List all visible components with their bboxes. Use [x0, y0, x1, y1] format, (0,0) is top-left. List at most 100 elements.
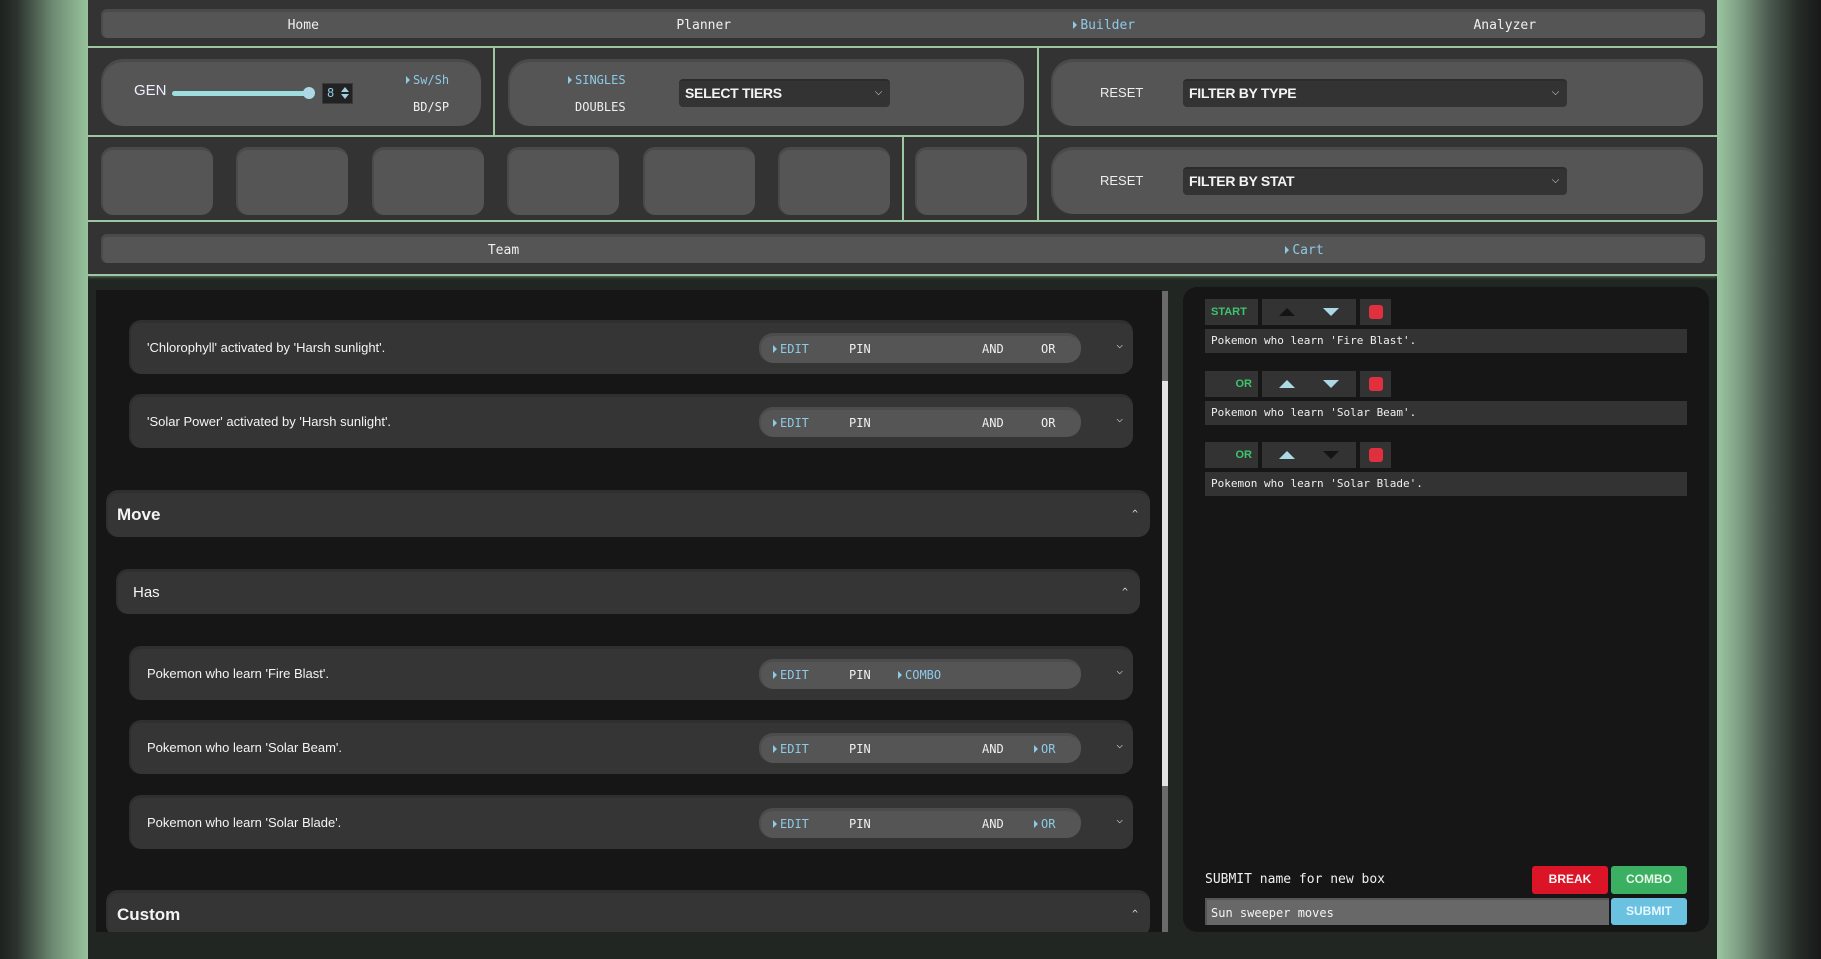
generation-cell: GEN 8 Sw/Sh BD/SP [88, 48, 495, 135]
settings-row: GEN 8 Sw/Sh BD/SP SINGLES DOUBLES SELECT… [88, 48, 1717, 137]
filter-card: Pokemon who learn 'Solar Beam'. EDIT PIN… [129, 720, 1133, 774]
gen-spinner[interactable] [341, 87, 349, 99]
tab-team[interactable]: Team [103, 237, 904, 263]
and-button[interactable]: AND [982, 342, 1004, 356]
game-option-bdsp[interactable]: BD/SP [413, 100, 449, 114]
team-cart-tabs-row: Team Cart [88, 222, 1717, 276]
select-tiers-label: SELECT TIERS [685, 85, 782, 101]
move-up-icon[interactable] [1279, 308, 1295, 316]
move-up-icon[interactable] [1279, 380, 1295, 388]
chain-operator-label: OR [1235, 378, 1253, 390]
move-down-icon[interactable] [1323, 380, 1339, 388]
filter-card-actions: EDIT PIN COMBO [759, 659, 1081, 689]
chain-operator-label: START [1211, 306, 1247, 318]
pin-button[interactable]: PIN [849, 342, 871, 356]
subsection-has-header[interactable]: Has ^ [116, 569, 1140, 614]
pin-button[interactable]: PIN [849, 416, 871, 430]
triangle-right-icon [773, 671, 777, 679]
filter-card-text: 'Solar Power' activated by 'Harsh sunlig… [147, 414, 392, 429]
pin-button[interactable]: PIN [849, 817, 871, 831]
nav-builder-label: Builder [1080, 18, 1136, 33]
chain-operator[interactable]: OR [1205, 371, 1258, 397]
submit-button[interactable]: SUBMIT [1611, 898, 1687, 925]
edit-button[interactable]: EDIT [773, 742, 809, 756]
list-scrollbar-thumb[interactable] [1162, 381, 1168, 786]
and-button[interactable]: AND [982, 817, 1004, 831]
format-doubles[interactable]: DOUBLES [575, 100, 626, 114]
team-slot-7[interactable] [915, 147, 1027, 215]
filter-card: Pokemon who learn 'Solar Blade'. EDIT PI… [129, 795, 1133, 849]
team-slot-3[interactable] [372, 147, 484, 215]
gen-slider-track[interactable] [172, 91, 310, 96]
move-down-icon[interactable] [1323, 451, 1339, 459]
chevron-down-icon[interactable]: ⌵ [1116, 664, 1123, 677]
chevron-down-icon[interactable]: ⌵ [1116, 412, 1123, 425]
or-button[interactable]: OR [1034, 817, 1055, 831]
edit-button[interactable]: EDIT [773, 342, 809, 356]
section-custom-header[interactable]: Custom ^ [106, 890, 1150, 932]
team-slot-4[interactable] [507, 147, 619, 215]
edit-button[interactable]: EDIT [773, 668, 809, 682]
filter-card-actions: EDIT PIN AND OR [759, 733, 1081, 763]
chevron-down-icon[interactable]: ⌵ [1116, 738, 1123, 751]
triangle-right-icon [568, 76, 572, 84]
edit-button[interactable]: EDIT [773, 416, 809, 430]
team-slot-2[interactable] [236, 147, 348, 215]
or-button[interactable]: OR [1041, 416, 1055, 430]
team-slot-6[interactable] [778, 147, 890, 215]
reset-stat-button[interactable]: RESET [1100, 173, 1143, 188]
filter-by-type-dropdown[interactable]: FILTER BY TYPE ⌵ [1183, 79, 1567, 107]
stat-filter-cell: RESET FILTER BY STAT ⌵ [1039, 137, 1717, 220]
nav-pill: Home Planner Builder Analyzer [101, 9, 1705, 38]
combo-button[interactable]: COMBO [898, 668, 941, 682]
gen-slider-thumb[interactable] [303, 87, 315, 99]
filter-card: 'Chlorophyll' activated by 'Harsh sunlig… [129, 320, 1133, 374]
nav-builder[interactable]: Builder [904, 12, 1305, 38]
and-button[interactable]: AND [982, 742, 1004, 756]
format-singles[interactable]: SINGLES [568, 73, 626, 87]
spinner-up-icon[interactable] [341, 87, 349, 92]
triangle-right-icon [773, 345, 777, 353]
nav-planner[interactable]: Planner [504, 12, 905, 38]
move-up-icon[interactable] [1279, 451, 1295, 459]
game-option-swsh[interactable]: Sw/Sh [406, 73, 449, 87]
pin-button[interactable]: PIN [849, 668, 871, 682]
section-move-header[interactable]: Move ^ [106, 490, 1150, 537]
chain-operator: START [1205, 299, 1258, 325]
and-button[interactable]: AND [982, 416, 1004, 430]
filter-by-stat-dropdown[interactable]: FILTER BY STAT ⌵ [1183, 167, 1567, 195]
delete-icon[interactable] [1369, 305, 1383, 319]
team-slot-1[interactable] [101, 147, 213, 215]
triangle-right-icon [898, 671, 902, 679]
list-scrollbar[interactable] [1162, 291, 1168, 932]
break-button[interactable]: BREAK [1532, 866, 1608, 894]
delete-icon[interactable] [1369, 377, 1383, 391]
or-button[interactable]: OR [1034, 742, 1055, 756]
filter-card-text: 'Chlorophyll' activated by 'Harsh sunlig… [147, 340, 386, 355]
spinner-down-icon[interactable] [341, 94, 349, 99]
tab-cart[interactable]: Cart [904, 237, 1705, 263]
gen-number-input[interactable]: 8 [322, 83, 353, 104]
triangle-right-icon [773, 820, 777, 828]
pin-button[interactable]: PIN [849, 742, 871, 756]
chevron-down-icon[interactable]: ⌵ [1116, 338, 1123, 351]
box-name-input[interactable] [1205, 898, 1609, 925]
or-button[interactable]: OR [1041, 342, 1055, 356]
combo-button[interactable]: COMBO [1611, 866, 1687, 894]
filter-card-actions: EDIT PIN AND OR [759, 333, 1081, 363]
filter-by-type-label: FILTER BY TYPE [1189, 85, 1297, 101]
nav-home[interactable]: Home [103, 12, 504, 38]
nav-analyzer[interactable]: Analyzer [1305, 12, 1706, 38]
chevron-down-icon[interactable]: ⌵ [1116, 813, 1123, 826]
delete-icon[interactable] [1369, 448, 1383, 462]
filter-by-stat-label: FILTER BY STAT [1189, 173, 1295, 189]
edit-button[interactable]: EDIT [773, 817, 809, 831]
select-tiers-dropdown[interactable]: SELECT TIERS ⌵ [679, 79, 890, 107]
type-filter-cell: RESET FILTER BY TYPE ⌵ [1039, 48, 1717, 135]
move-down-icon[interactable] [1323, 308, 1339, 316]
reset-type-button[interactable]: RESET [1100, 85, 1143, 100]
filter-card-actions: EDIT PIN AND OR [759, 808, 1081, 838]
chain-operator[interactable]: OR [1205, 442, 1258, 468]
team-slot-5[interactable] [643, 147, 755, 215]
subsection-has-title: Has [133, 584, 160, 601]
